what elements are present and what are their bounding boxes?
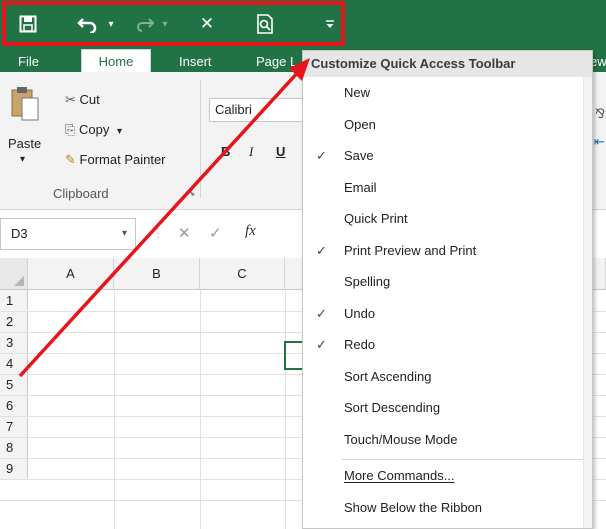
annotation-arrow <box>18 58 310 378</box>
